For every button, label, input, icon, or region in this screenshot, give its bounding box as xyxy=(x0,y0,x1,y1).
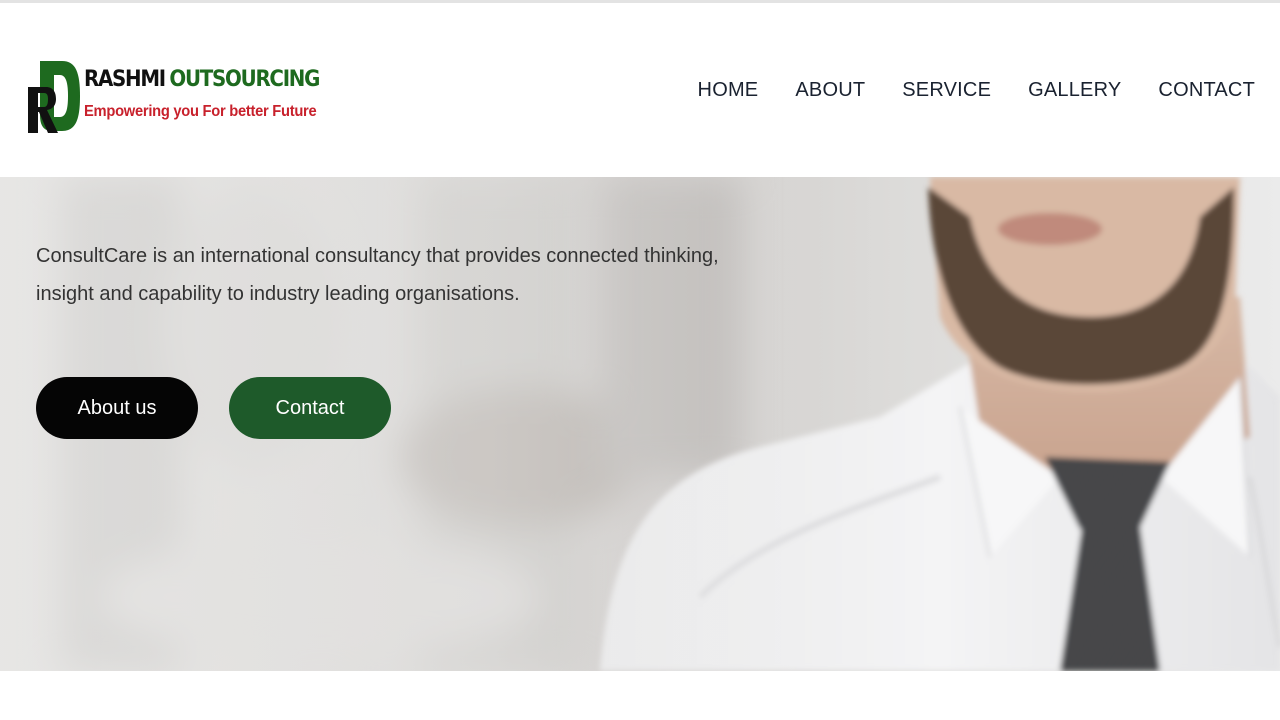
hero-description-line-1: ConsultCare is an international consulta… xyxy=(36,245,719,267)
brand-name-first: RASHMI xyxy=(84,67,166,92)
page-content-start xyxy=(0,671,1280,720)
logo-mark-icon xyxy=(28,61,80,133)
hero-description: ConsultCare is an international consulta… xyxy=(36,237,726,313)
nav-home[interactable]: HOME xyxy=(698,77,759,103)
site-logo[interactable]: RASHMI OUTSOURCING Empowering you For bet… xyxy=(28,57,320,137)
nav-about[interactable]: ABOUT xyxy=(795,77,865,103)
brand-name: RASHMI OUTSOURCING xyxy=(84,67,320,93)
site-header: RASHMI OUTSOURCING Empowering you For bet… xyxy=(0,3,1280,177)
about-us-button[interactable]: About us xyxy=(36,377,198,439)
main-nav: HOME ABOUT SERVICE GALLERY CONTACT xyxy=(698,77,1255,103)
brand-name-second: OUTSOURCING xyxy=(169,67,320,92)
contact-button[interactable]: Contact xyxy=(229,377,391,439)
hero-banner: ConsultCare is an international consulta… xyxy=(0,177,1280,671)
nav-service[interactable]: SERVICE xyxy=(902,77,991,103)
nav-contact[interactable]: CONTACT xyxy=(1158,77,1255,103)
hero-description-line-2: insight and capability to industry leadi… xyxy=(36,283,520,305)
brand-tagline: Empowering you For better Future xyxy=(84,103,317,120)
nav-gallery[interactable]: GALLERY xyxy=(1028,77,1121,103)
